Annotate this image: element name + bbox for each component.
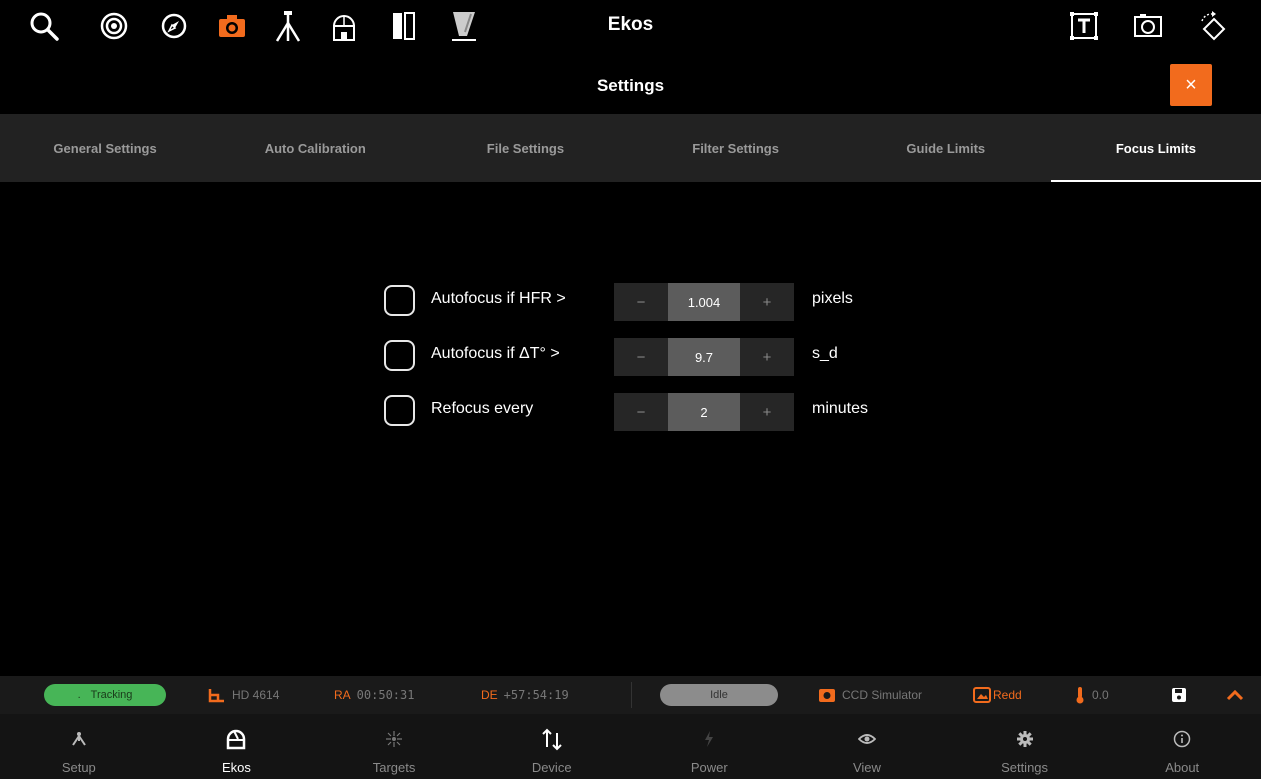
filter-name: Redd bbox=[993, 688, 1022, 702]
tab-auto-calibration[interactable]: Auto Calibration bbox=[210, 114, 420, 182]
target-info: HD 4614 bbox=[208, 676, 279, 714]
temp-increment-button[interactable]: + bbox=[740, 338, 794, 376]
camera-small-icon bbox=[819, 689, 835, 702]
tab-file-settings[interactable]: File Settings bbox=[420, 114, 630, 182]
tracking-dot: . bbox=[77, 689, 81, 701]
ra-value: 00:50:31 bbox=[356, 688, 415, 702]
filter-icon[interactable] bbox=[386, 8, 422, 44]
settings-tabs: General Settings Auto Calibration File S… bbox=[0, 114, 1261, 182]
power-icon bbox=[703, 726, 715, 752]
hfr-decrement-button[interactable]: − bbox=[614, 283, 668, 321]
nav-ekos-label: Ekos bbox=[221, 760, 251, 775]
status-bar: . Tracking HD 4614 RA 00:50:31 DE +57:54… bbox=[0, 676, 1261, 714]
refocus-increment-button[interactable]: + bbox=[740, 393, 794, 431]
bottom-navigation: Setup Ekos Targets Device Power View Set… bbox=[0, 714, 1261, 779]
tripod-icon[interactable] bbox=[270, 8, 306, 44]
target-name: HD 4614 bbox=[232, 688, 280, 702]
image-icon bbox=[973, 687, 991, 703]
telescope-icon bbox=[208, 689, 224, 703]
hfr-autofocus-label: Autofocus if HFR > bbox=[431, 290, 566, 307]
nav-about-label: About bbox=[1165, 760, 1200, 775]
target-icon[interactable] bbox=[96, 8, 132, 44]
temp-autofocus-label: Autofocus if ΔT° > bbox=[431, 345, 560, 362]
settings-header: Settings × bbox=[0, 58, 1261, 114]
de-value: +57:54:19 bbox=[503, 688, 569, 702]
observatory-icon[interactable] bbox=[326, 8, 362, 44]
nav-about[interactable]: About bbox=[1103, 714, 1261, 779]
text-icon[interactable] bbox=[1066, 8, 1102, 44]
targets-icon bbox=[385, 726, 403, 752]
de-label: DE bbox=[481, 688, 498, 702]
nav-settings[interactable]: Settings bbox=[946, 714, 1104, 779]
expand-chevron-icon[interactable] bbox=[1226, 676, 1244, 714]
tab-focus-limits[interactable]: Focus Limits bbox=[1050, 114, 1261, 182]
hfr-value-field[interactable]: 1.004 bbox=[668, 283, 740, 321]
ekos-icon bbox=[225, 726, 247, 752]
nav-device[interactable]: Device bbox=[473, 714, 631, 779]
close-button[interactable]: × bbox=[1170, 64, 1212, 106]
temp-value-field[interactable]: 9.7 bbox=[668, 338, 740, 376]
nav-power[interactable]: Power bbox=[631, 714, 789, 779]
temp-unit: s_d bbox=[812, 345, 838, 362]
focuser-icon[interactable] bbox=[446, 8, 482, 44]
nav-settings-label: Settings bbox=[1001, 760, 1049, 775]
filter-info: Redd bbox=[973, 676, 1022, 714]
search-icon[interactable] bbox=[26, 8, 62, 44]
status-divider bbox=[631, 682, 632, 708]
de-readout: DE +57:54:19 bbox=[481, 676, 569, 714]
nav-setup-label: Setup bbox=[61, 760, 96, 775]
setup-icon bbox=[71, 726, 87, 752]
tab-general-settings[interactable]: General Settings bbox=[0, 114, 210, 182]
settings-title: Settings bbox=[596, 76, 665, 95]
thermometer-icon bbox=[1076, 687, 1084, 704]
device-icon bbox=[541, 726, 563, 752]
tracking-status-badge[interactable]: . Tracking bbox=[44, 684, 166, 706]
nav-targets[interactable]: Targets bbox=[315, 714, 473, 779]
tab-filter-settings[interactable]: Filter Settings bbox=[631, 114, 841, 182]
settings-icon bbox=[1016, 726, 1034, 752]
refocus-checkbox[interactable] bbox=[384, 395, 415, 426]
ra-label: RA bbox=[334, 688, 351, 702]
idle-status-badge[interactable]: Idle bbox=[660, 684, 778, 706]
hfr-stepper: − 1.004 + bbox=[614, 283, 794, 321]
nav-view[interactable]: View bbox=[788, 714, 946, 779]
hfr-increment-button[interactable]: + bbox=[740, 283, 794, 321]
nav-setup[interactable]: Setup bbox=[0, 714, 158, 779]
temp-autofocus-checkbox[interactable] bbox=[384, 340, 415, 371]
tracking-label: Tracking bbox=[90, 689, 133, 701]
view-icon bbox=[857, 726, 876, 752]
nav-power-label: Power bbox=[690, 760, 728, 775]
ra-readout: RA 00:50:31 bbox=[334, 676, 414, 714]
refocus-label: Refocus every bbox=[431, 400, 534, 417]
refocus-decrement-button[interactable]: − bbox=[614, 393, 668, 431]
refocus-value-field[interactable]: 2 bbox=[668, 393, 740, 431]
top-toolbar: Ekos bbox=[0, 0, 1261, 52]
camera-name: CCD Simulator bbox=[842, 688, 923, 702]
temp-decrement-button[interactable]: − bbox=[614, 338, 668, 376]
nav-view-label: View bbox=[852, 760, 881, 775]
info-icon bbox=[1173, 726, 1191, 752]
refocus-stepper: − 2 + bbox=[614, 393, 794, 431]
hfr-unit: pixels bbox=[812, 290, 853, 307]
compass-icon[interactable] bbox=[156, 8, 192, 44]
nav-device-label: Device bbox=[531, 760, 572, 775]
hfr-autofocus-checkbox[interactable] bbox=[384, 285, 415, 316]
frame-icon[interactable] bbox=[1130, 8, 1166, 44]
tab-guide-limits[interactable]: Guide Limits bbox=[841, 114, 1051, 182]
save-icon[interactable] bbox=[1171, 676, 1187, 714]
camera-info: CCD Simulator bbox=[818, 676, 922, 714]
rotate-icon[interactable] bbox=[1196, 8, 1232, 44]
camera-icon[interactable] bbox=[214, 8, 250, 44]
nav-targets-label: Targets bbox=[372, 760, 416, 775]
temperature-value: 0.0 bbox=[1092, 688, 1109, 702]
nav-ekos[interactable]: Ekos bbox=[158, 714, 316, 779]
temp-stepper: − 9.7 + bbox=[614, 338, 794, 376]
refocus-unit: minutes bbox=[812, 400, 869, 417]
temperature-info: 0.0 bbox=[1074, 676, 1109, 714]
